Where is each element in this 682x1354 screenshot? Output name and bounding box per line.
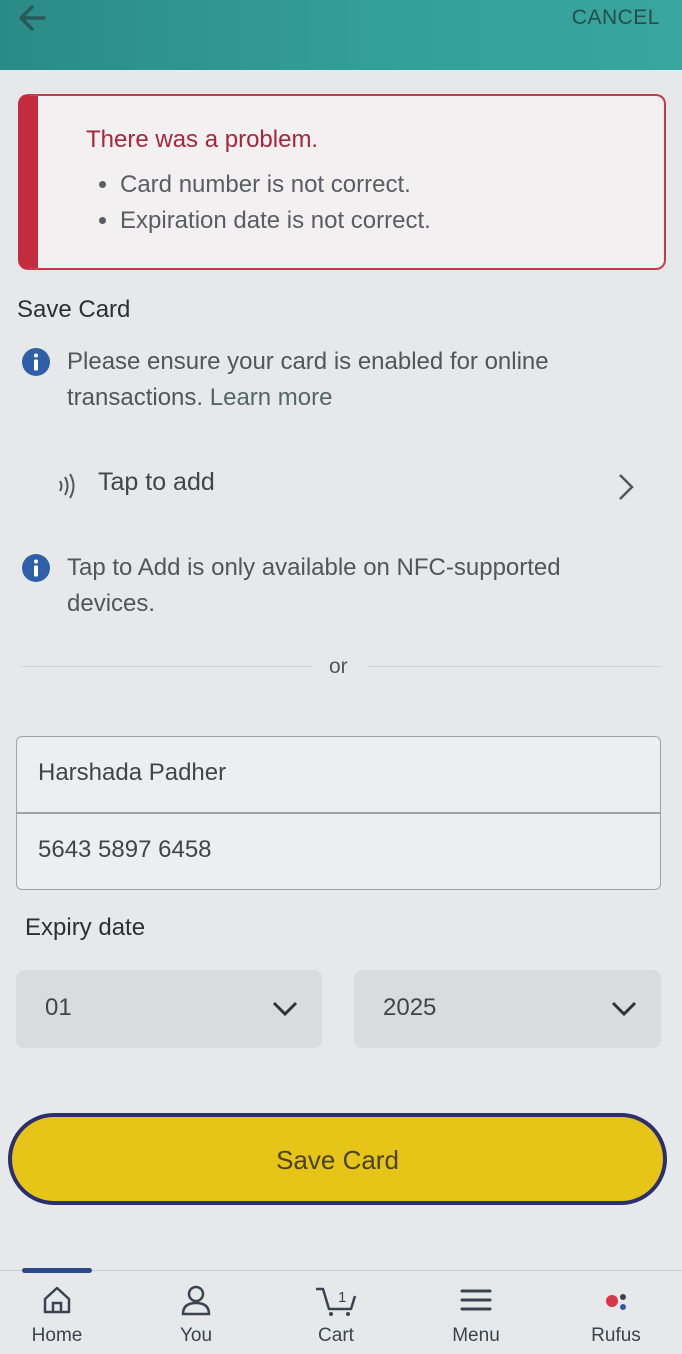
- rufus-icon: [606, 1294, 626, 1310]
- nav-home-label: Home: [31, 1325, 83, 1346]
- expiry-year-value: 2025: [383, 994, 437, 1021]
- error-item: Card number is not correct.: [120, 172, 431, 198]
- nfc-note: Tap to Add is only available on NFC-supp…: [67, 554, 561, 617]
- chevron-right-icon: [619, 474, 634, 500]
- chevron-down-icon: [272, 1001, 298, 1017]
- name-on-card-field[interactable]: Harshada Padher: [16, 736, 661, 813]
- nav-home[interactable]: Home: [2, 1283, 112, 1354]
- user-icon: [181, 1285, 211, 1316]
- card-number-value: 5643 5897 6458: [38, 836, 212, 863]
- error-title: There was a problem.: [86, 126, 319, 153]
- home-icon: [43, 1286, 71, 1314]
- expiry-month-select[interactable]: 01: [16, 970, 322, 1048]
- nfc-icon: [59, 473, 75, 499]
- cart-icon: 1: [316, 1287, 357, 1316]
- cart-count-badge: 1: [338, 1289, 346, 1306]
- nav-you[interactable]: You: [141, 1283, 251, 1354]
- name-on-card-value: Harshada Padher: [38, 759, 227, 786]
- bottom-nav-divider: [0, 1270, 682, 1271]
- error-alert: There was a problem. Card number is not …: [18, 94, 666, 270]
- top-bar: CANCEL: [0, 0, 682, 70]
- or-divider-text: or: [329, 655, 348, 678]
- divider-left: [22, 666, 312, 667]
- nav-you-label: You: [179, 1325, 213, 1346]
- expiry-month-value: 01: [45, 994, 72, 1021]
- nav-menu[interactable]: Menu: [421, 1283, 531, 1354]
- tap-to-add-label: Tap to add: [98, 468, 215, 496]
- menu-icon: [460, 1289, 492, 1311]
- divider-right: [368, 666, 662, 667]
- back-arrow-icon[interactable]: [14, 2, 54, 34]
- tap-to-add-row[interactable]: Tap to add: [16, 450, 666, 520]
- expiry-date-label: Expiry date: [25, 914, 146, 941]
- info-icon: [22, 348, 50, 376]
- chevron-down-icon: [611, 1001, 637, 1017]
- error-list: Card number is not correct. Expiration d…: [82, 172, 431, 244]
- nav-menu-label: Menu: [452, 1325, 500, 1346]
- nav-cart-label: Cart: [318, 1325, 354, 1346]
- error-item: Expiration date is not correct.: [120, 208, 431, 234]
- section-title: Save Card: [17, 296, 131, 323]
- info-icon: [22, 554, 50, 582]
- card-number-field[interactable]: 5643 5897 6458: [16, 813, 661, 890]
- nav-rufus[interactable]: Rufus: [561, 1283, 671, 1354]
- save-card-button-label: Save Card: [276, 1145, 399, 1175]
- nav-rufus-label: Rufus: [591, 1325, 641, 1346]
- save-card-button[interactable]: Save Card: [8, 1113, 667, 1205]
- nav-cart[interactable]: 1 Cart: [281, 1283, 391, 1354]
- learn-more-link[interactable]: Learn more: [210, 384, 333, 411]
- expiry-year-select[interactable]: 2025: [354, 970, 661, 1048]
- online-info: Please ensure your card is enabled for o…: [67, 344, 627, 416]
- active-tab-indicator: [22, 1268, 92, 1273]
- cancel-button[interactable]: CANCEL: [572, 6, 660, 30]
